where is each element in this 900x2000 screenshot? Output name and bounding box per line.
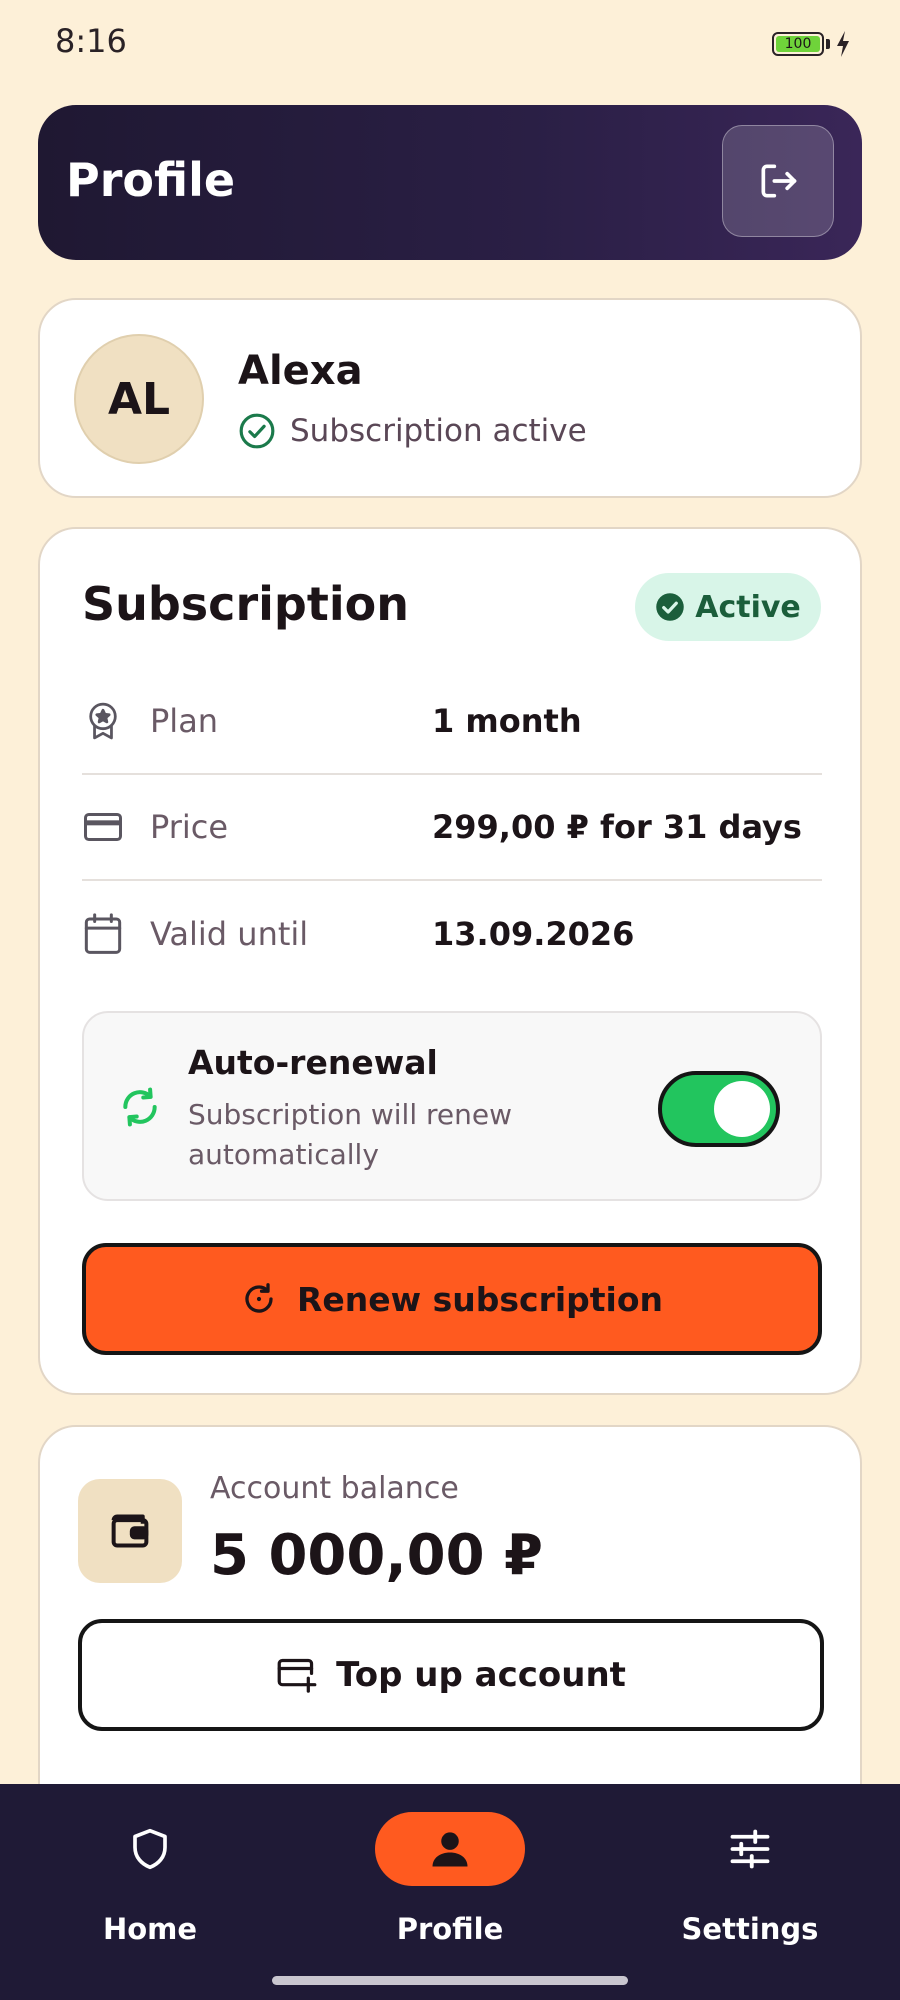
plan-label: Plan [150, 702, 219, 740]
price-value: 299,00 ₽ for 31 days [432, 808, 802, 846]
subscription-card: Subscription Active Plan 1 month Price 2… [38, 527, 862, 1395]
nav-item-home[interactable]: Home [0, 1784, 300, 2000]
user-card: AL Alexa Subscription active [38, 298, 862, 498]
wallet-icon [111, 1514, 149, 1548]
status-time: 8:16 [55, 22, 127, 60]
auto-renewal-description: Subscription will renew automatically [188, 1098, 513, 1171]
logout-button[interactable] [722, 125, 834, 237]
page-title: Profile [66, 153, 236, 207]
top-up-account-button[interactable]: Top up account [78, 1619, 824, 1731]
user-status-text: Subscription active [290, 413, 587, 449]
battery-tip [826, 39, 830, 49]
valid-until-row: Valid until 13.09.2026 [82, 881, 822, 987]
nav-item-profile[interactable]: Profile [300, 1784, 600, 2000]
nav-profile-icon-wrap [375, 1812, 525, 1886]
nav-settings-label: Settings [681, 1912, 819, 1946]
renew-subscription-button[interactable]: Renew subscription [82, 1243, 822, 1355]
status-badge: Active [635, 573, 821, 641]
nav-profile-label: Profile [396, 1912, 504, 1946]
auto-renewal-panel: Auto-renewal Subscription will renew aut… [82, 1011, 822, 1201]
auto-renewal-title: Auto-renewal [188, 1043, 438, 1082]
subscription-title: Subscription [82, 577, 409, 631]
nav-home-icon-wrap [75, 1812, 225, 1886]
price-row: Price 299,00 ₽ for 31 days [82, 775, 822, 881]
home-indicator[interactable] [272, 1976, 628, 1985]
charging-icon [837, 31, 849, 57]
valid-until-value: 13.09.2026 [432, 915, 635, 953]
balance-label: Account balance [210, 1471, 459, 1506]
plan-row: Plan 1 month [82, 669, 822, 775]
plan-value: 1 month [432, 702, 582, 740]
person-icon [432, 1832, 468, 1867]
calendar-icon [82, 913, 124, 955]
check-circle-icon [239, 413, 275, 449]
battery-icon: 100 [772, 32, 824, 56]
renew-icon [245, 1283, 273, 1313]
header-banner: Profile [38, 105, 862, 260]
wallet-tile [78, 1479, 182, 1583]
check-circle-filled-icon [656, 593, 684, 621]
status-bar: 8:16 100 [0, 0, 900, 90]
credit-card-icon [82, 806, 124, 848]
award-icon [82, 700, 124, 742]
valid-until-label: Valid until [150, 915, 309, 953]
renew-button-label: Renew subscription [296, 1279, 664, 1319]
logout-icon [761, 164, 797, 198]
price-label: Price [150, 808, 229, 846]
refresh-icon [123, 1087, 157, 1127]
nav-home-label: Home [102, 1912, 198, 1946]
user-name: Alexa [238, 348, 363, 394]
top-up-button-label: Top up account [336, 1655, 626, 1695]
toggle-knob [714, 1081, 770, 1137]
card-plus-icon [277, 1658, 317, 1693]
shield-icon [133, 1828, 167, 1870]
nav-settings-icon-wrap [675, 1812, 825, 1886]
bottom-navigation: Home Profile Settings [0, 1784, 900, 2000]
auto-renewal-toggle[interactable] [658, 1071, 780, 1147]
nav-item-settings[interactable]: Settings [600, 1784, 900, 2000]
avatar: AL [74, 334, 204, 464]
sliders-icon [730, 1829, 770, 1869]
balance-value: 5 000,00 ₽ [210, 1523, 544, 1588]
status-badge-label: Active [695, 589, 801, 625]
user-subscription-status: Subscription active [238, 412, 587, 450]
